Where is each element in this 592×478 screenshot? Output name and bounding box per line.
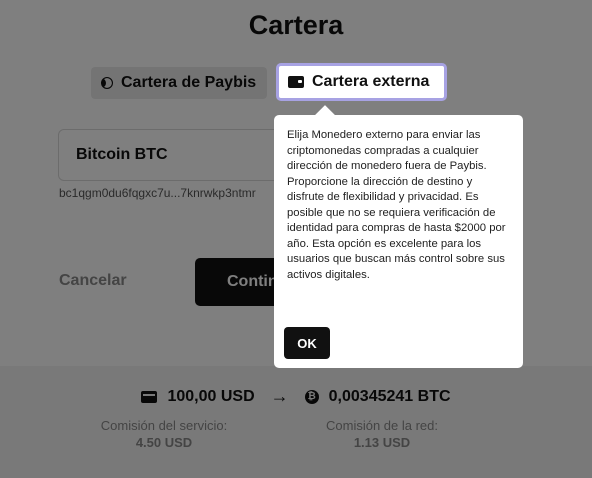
tab-external-wallet[interactable]: Cartera externa [276,63,447,101]
tooltip-text: Elija Monedero externo para enviar las c… [287,129,506,281]
external-wallet-tooltip: Elija Monedero externo para enviar las c… [274,115,523,368]
ok-button[interactable]: OK [284,327,330,359]
tab-external-label: Cartera externa [312,73,430,90]
wallet-icon [288,76,304,88]
